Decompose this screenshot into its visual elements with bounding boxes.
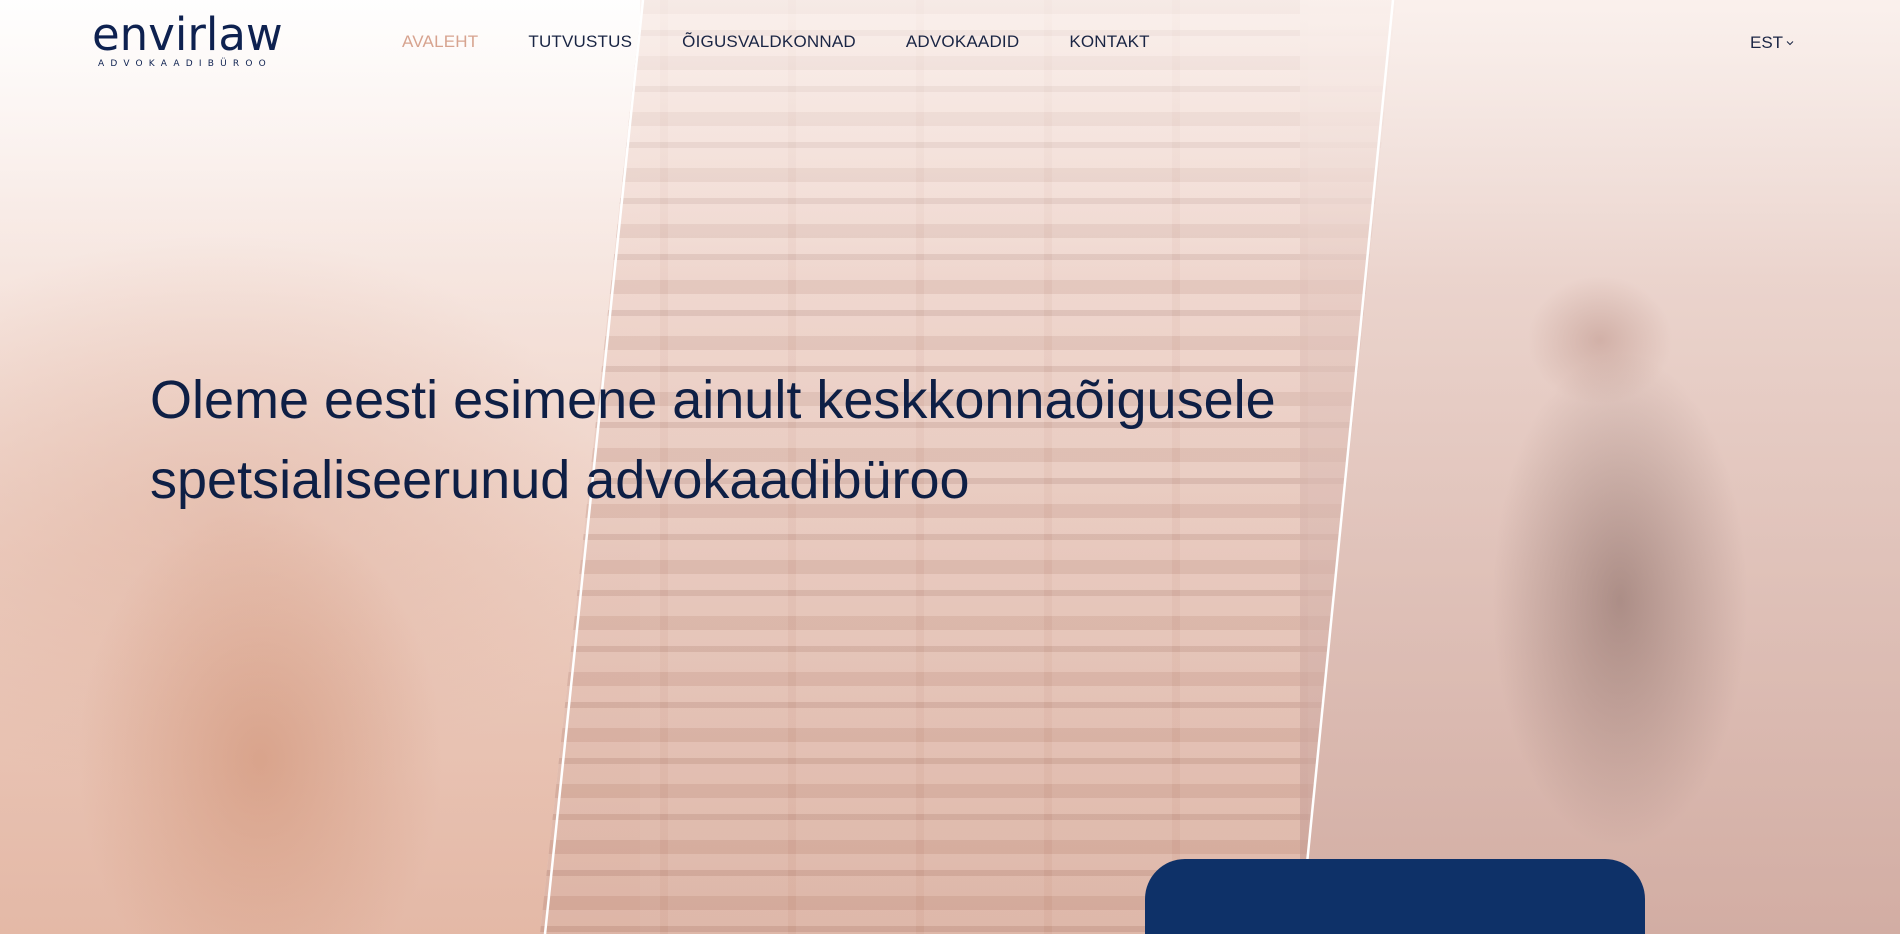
language-label: EST xyxy=(1750,33,1784,52)
site-header: envirlaw ADVOKAADIBÜROO AVALEHT TUTVUSTU… xyxy=(0,0,1900,90)
blue-card xyxy=(1145,859,1645,934)
nav-item-advokaadid[interactable]: ADVOKAADID xyxy=(906,32,1019,52)
language-selector[interactable]: EST xyxy=(1750,33,1794,53)
headline-line-1: Oleme eesti esimene ainult keskkonnaõigu… xyxy=(150,370,1276,430)
headline-line-2: spetsialiseerunud advokaadibüroo xyxy=(150,450,970,510)
nav-item-kontakt[interactable]: KONTAKT xyxy=(1069,32,1149,52)
chevron-down-icon xyxy=(1786,41,1794,46)
nav-item-oigusvaldkonnad[interactable]: ÕIGUSVALDKONNAD xyxy=(682,32,856,52)
main-nav: AVALEHT TUTVUSTUS ÕIGUSVALDKONNAD ADVOKA… xyxy=(402,32,1200,52)
fisherman-photo xyxy=(1300,0,1900,934)
site-logo[interactable]: envirlaw ADVOKAADIBÜROO xyxy=(92,8,286,70)
logo-tagline: ADVOKAADIBÜROO xyxy=(98,59,272,69)
nav-item-avaleht[interactable]: AVALEHT xyxy=(402,32,478,52)
hero-headline: Oleme eesti esimene ainult keskkonnaõigu… xyxy=(150,360,1310,520)
nav-item-tutvustus[interactable]: TUTVUSTUS xyxy=(528,32,632,52)
logo-wordmark: envirlaw xyxy=(92,8,283,61)
